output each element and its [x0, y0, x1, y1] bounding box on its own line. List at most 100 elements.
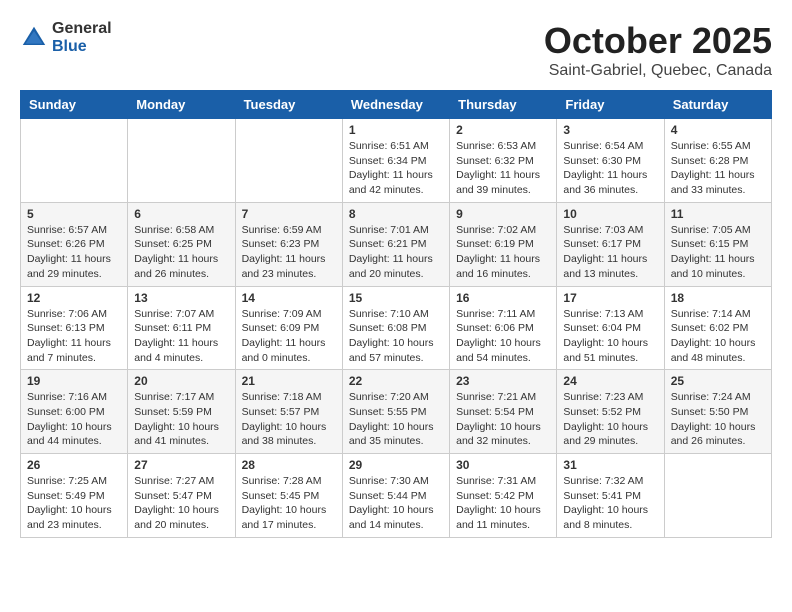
calendar-cell: 3Sunrise: 6:54 AM Sunset: 6:30 PM Daylig…	[557, 119, 664, 203]
calendar-header: SundayMondayTuesdayWednesdayThursdayFrid…	[21, 91, 772, 119]
day-number: 7	[242, 207, 336, 221]
calendar-cell: 2Sunrise: 6:53 AM Sunset: 6:32 PM Daylig…	[450, 119, 557, 203]
day-number: 10	[563, 207, 657, 221]
calendar-week-4: 19 Sunrise: 7:16 AM Sunset: 6:00 PM Dayli…	[21, 370, 772, 454]
day-number: 1	[349, 123, 443, 137]
logo: General Blue	[20, 20, 112, 55]
day-number: 30	[456, 458, 550, 472]
day-info: Sunrise: 7:23 AM Sunset: 5:52 PM Dayligh…	[563, 390, 657, 449]
calendar-week-3: 12 Sunrise: 7:06 AM Sunset: 6:13 PM Dayli…	[21, 286, 772, 370]
day-info: Sunrise: 7:17 AM Sunset: 5:59 PM Dayligh…	[134, 390, 228, 449]
day-number: 14	[242, 291, 336, 305]
calendar-cell: 23Sunrise: 7:21 AM Sunset: 5:54 PM Dayli…	[450, 370, 557, 454]
day-info: Sunrise: 7:03 AM Sunset: 6:17 PM Dayligh…	[563, 223, 657, 282]
day-info: Sunrise: 7:02 AM Sunset: 6:19 PM Dayligh…	[456, 223, 550, 282]
calendar-cell: 15Sunrise: 7:10 AM Sunset: 6:08 PM Dayli…	[342, 286, 449, 370]
day-info: Sunrise: 7:28 AM Sunset: 5:45 PM Dayligh…	[242, 474, 336, 533]
day-number: 20	[134, 374, 228, 388]
day-info: Sunrise: 7:31 AM Sunset: 5:42 PM Dayligh…	[456, 474, 550, 533]
day-number: 16	[456, 291, 550, 305]
calendar-cell: 13Sunrise: 7:07 AM Sunset: 6:11 PM Dayli…	[128, 286, 235, 370]
day-number: 17	[563, 291, 657, 305]
calendar-cell: 17Sunrise: 7:13 AM Sunset: 6:04 PM Dayli…	[557, 286, 664, 370]
calendar-cell	[235, 119, 342, 203]
day-header-tuesday: Tuesday	[235, 91, 342, 119]
calendar-cell: 6Sunrise: 6:58 AM Sunset: 6:25 PM Daylig…	[128, 202, 235, 286]
day-info: Sunrise: 6:54 AM Sunset: 6:30 PM Dayligh…	[563, 139, 657, 198]
day-number: 15	[349, 291, 443, 305]
day-info: Sunrise: 7:20 AM Sunset: 5:55 PM Dayligh…	[349, 390, 443, 449]
calendar-cell	[21, 119, 128, 203]
logo-icon	[20, 24, 48, 52]
day-info: Sunrise: 7:14 AM Sunset: 6:02 PM Dayligh…	[671, 307, 765, 366]
day-info: Sunrise: 7:30 AM Sunset: 5:44 PM Dayligh…	[349, 474, 443, 533]
logo-blue-text: Blue	[52, 38, 112, 56]
calendar-cell: 1Sunrise: 6:51 AM Sunset: 6:34 PM Daylig…	[342, 119, 449, 203]
day-number: 28	[242, 458, 336, 472]
day-info: Sunrise: 6:55 AM Sunset: 6:28 PM Dayligh…	[671, 139, 765, 198]
calendar-cell: 7Sunrise: 6:59 AM Sunset: 6:23 PM Daylig…	[235, 202, 342, 286]
day-number: 23	[456, 374, 550, 388]
day-number: 21	[242, 374, 336, 388]
calendar-cell	[664, 454, 771, 538]
day-info: Sunrise: 7:25 AM Sunset: 5:49 PM Dayligh…	[27, 474, 121, 533]
title-section: October 2025 Saint-Gabriel, Quebec, Cana…	[544, 20, 772, 80]
day-header-wednesday: Wednesday	[342, 91, 449, 119]
day-number: 12	[27, 291, 121, 305]
day-info: Sunrise: 6:57 AM Sunset: 6:26 PM Dayligh…	[27, 223, 121, 282]
calendar-week-2: 5Sunrise: 6:57 AM Sunset: 6:26 PM Daylig…	[21, 202, 772, 286]
calendar-cell: 21 Sunrise: 7:18 AM Sunset: 5:57 PM Dayli…	[235, 370, 342, 454]
calendar-cell: 18 Sunrise: 7:14 AM Sunset: 6:02 PM Dayli…	[664, 286, 771, 370]
calendar-table: SundayMondayTuesdayWednesdayThursdayFrid…	[20, 90, 772, 538]
calendar-cell: 20 Sunrise: 7:17 AM Sunset: 5:59 PM Dayli…	[128, 370, 235, 454]
calendar-cell: 19 Sunrise: 7:16 AM Sunset: 6:00 PM Dayli…	[21, 370, 128, 454]
day-info: Sunrise: 7:01 AM Sunset: 6:21 PM Dayligh…	[349, 223, 443, 282]
day-number: 11	[671, 207, 765, 221]
calendar-cell: 9Sunrise: 7:02 AM Sunset: 6:19 PM Daylig…	[450, 202, 557, 286]
day-number: 18	[671, 291, 765, 305]
day-info: Sunrise: 7:07 AM Sunset: 6:11 PM Dayligh…	[134, 307, 228, 366]
day-number: 22	[349, 374, 443, 388]
day-header-monday: Monday	[128, 91, 235, 119]
day-number: 26	[27, 458, 121, 472]
month-title: October 2025	[544, 20, 772, 62]
day-info: Sunrise: 7:18 AM Sunset: 5:57 PM Dayligh…	[242, 390, 336, 449]
day-info: Sunrise: 7:24 AM Sunset: 5:50 PM Dayligh…	[671, 390, 765, 449]
day-header-row: SundayMondayTuesdayWednesdayThursdayFrid…	[21, 91, 772, 119]
day-number: 8	[349, 207, 443, 221]
day-number: 25	[671, 374, 765, 388]
day-number: 27	[134, 458, 228, 472]
day-info: Sunrise: 7:06 AM Sunset: 6:13 PM Dayligh…	[27, 307, 121, 366]
calendar-cell: 4 Sunrise: 6:55 AM Sunset: 6:28 PM Daylig…	[664, 119, 771, 203]
calendar-cell: 10 Sunrise: 7:03 AM Sunset: 6:17 PM Dayli…	[557, 202, 664, 286]
day-number: 31	[563, 458, 657, 472]
calendar-week-5: 26 Sunrise: 7:25 AM Sunset: 5:49 PM Dayli…	[21, 454, 772, 538]
day-number: 29	[349, 458, 443, 472]
day-info: Sunrise: 6:58 AM Sunset: 6:25 PM Dayligh…	[134, 223, 228, 282]
day-info: Sunrise: 7:16 AM Sunset: 6:00 PM Dayligh…	[27, 390, 121, 449]
day-header-sunday: Sunday	[21, 91, 128, 119]
calendar-cell: 31Sunrise: 7:32 AM Sunset: 5:41 PM Dayli…	[557, 454, 664, 538]
calendar-cell: 12 Sunrise: 7:06 AM Sunset: 6:13 PM Dayli…	[21, 286, 128, 370]
calendar-cell: 24Sunrise: 7:23 AM Sunset: 5:52 PM Dayli…	[557, 370, 664, 454]
calendar-cell	[128, 119, 235, 203]
calendar-cell: 26 Sunrise: 7:25 AM Sunset: 5:49 PM Dayli…	[21, 454, 128, 538]
day-header-friday: Friday	[557, 91, 664, 119]
day-header-saturday: Saturday	[664, 91, 771, 119]
logo-general-text: General	[52, 20, 112, 38]
calendar-cell: 29 Sunrise: 7:30 AM Sunset: 5:44 PM Dayli…	[342, 454, 449, 538]
calendar-body: 1Sunrise: 6:51 AM Sunset: 6:34 PM Daylig…	[21, 119, 772, 538]
location-title: Saint-Gabriel, Quebec, Canada	[544, 62, 772, 80]
calendar-cell: 8 Sunrise: 7:01 AM Sunset: 6:21 PM Daylig…	[342, 202, 449, 286]
calendar-cell: 5Sunrise: 6:57 AM Sunset: 6:26 PM Daylig…	[21, 202, 128, 286]
day-number: 19	[27, 374, 121, 388]
day-number: 4	[671, 123, 765, 137]
page-header: General Blue October 2025 Saint-Gabriel,…	[20, 20, 772, 80]
calendar-cell: 11 Sunrise: 7:05 AM Sunset: 6:15 PM Dayli…	[664, 202, 771, 286]
day-number: 2	[456, 123, 550, 137]
day-info: Sunrise: 7:11 AM Sunset: 6:06 PM Dayligh…	[456, 307, 550, 366]
calendar-cell: 25 Sunrise: 7:24 AM Sunset: 5:50 PM Dayli…	[664, 370, 771, 454]
calendar-cell: 16 Sunrise: 7:11 AM Sunset: 6:06 PM Dayli…	[450, 286, 557, 370]
day-info: Sunrise: 7:05 AM Sunset: 6:15 PM Dayligh…	[671, 223, 765, 282]
calendar-cell: 14Sunrise: 7:09 AM Sunset: 6:09 PM Dayli…	[235, 286, 342, 370]
